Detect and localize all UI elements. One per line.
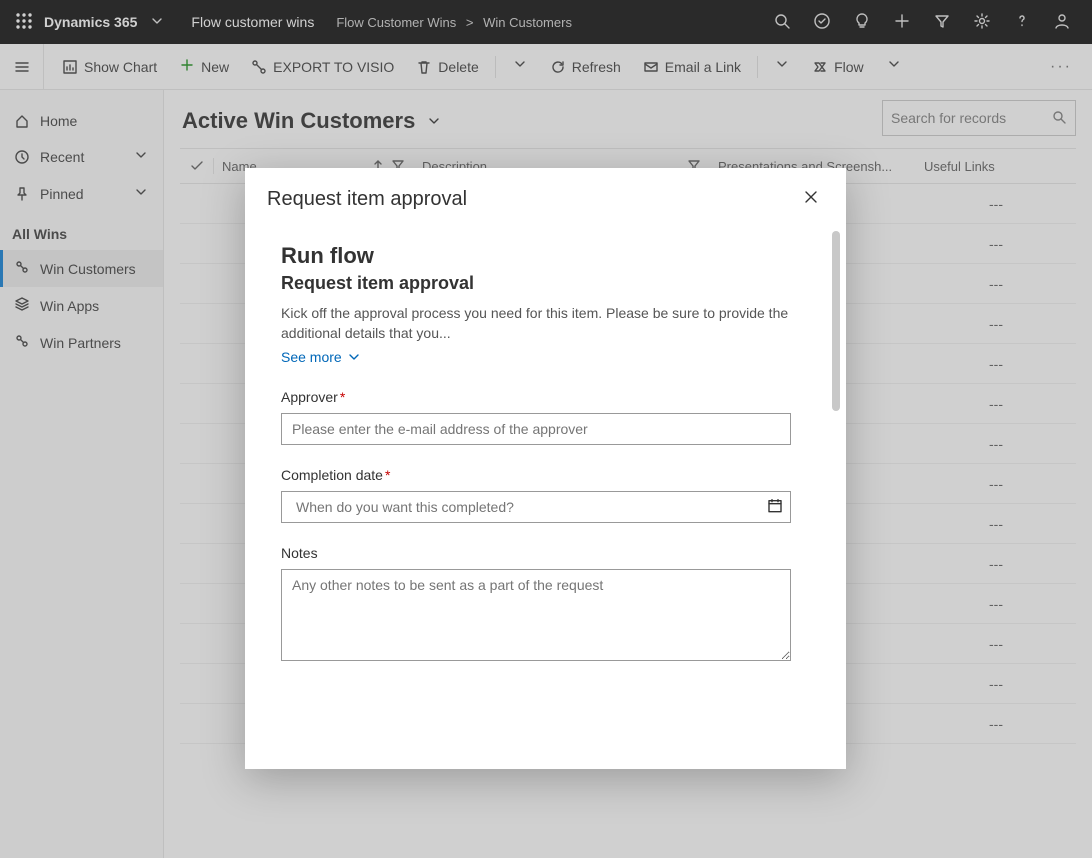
flow-description: Kick off the approval process you need f… [281,304,791,343]
close-icon[interactable] [798,184,824,215]
dialog-header: Request item approval [245,168,846,231]
see-more-link[interactable]: See more [281,349,362,365]
field-completion-date: Completion date* [281,467,791,523]
flow-subtitle: Request item approval [281,273,824,294]
notes-textarea[interactable] [281,569,791,661]
field-label: Approver* [281,389,345,405]
approver-input[interactable] [281,413,791,445]
dialog-title: Request item approval [267,188,467,211]
calendar-icon[interactable] [767,498,783,519]
field-approver: Approver* [281,389,791,445]
field-label: Notes [281,545,318,561]
see-more-label: See more [281,349,342,365]
field-notes: Notes [281,545,791,666]
field-label: Completion date* [281,467,390,483]
scrollbar-thumb[interactable] [832,231,840,411]
completion-date-input[interactable] [281,491,791,523]
dialog-body: Run flow Request item approval Kick off … [245,231,846,666]
flow-title: Run flow [281,243,824,269]
run-flow-dialog: Request item approval Run flow Request i… [245,168,846,769]
